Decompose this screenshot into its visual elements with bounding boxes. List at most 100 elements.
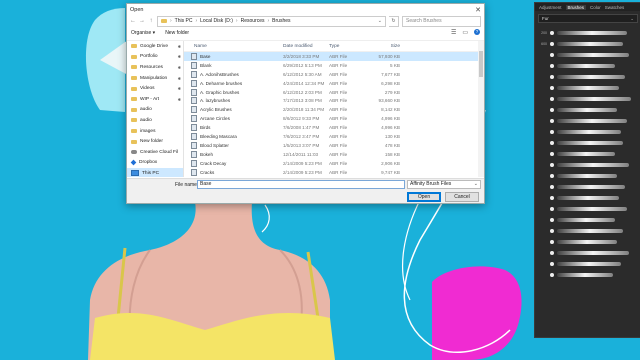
brush-item[interactable] bbox=[537, 71, 640, 82]
file-row[interactable]: A. lazybrushes 7/17/2013 3:08 PM ABR File 9… bbox=[184, 96, 484, 105]
nav-item[interactable]: Videos ✱ bbox=[127, 83, 183, 94]
brush-item[interactable] bbox=[537, 181, 640, 192]
brush-item[interactable] bbox=[537, 236, 640, 247]
panel-tab[interactable]: Color bbox=[590, 5, 601, 10]
nav-item[interactable]: images bbox=[127, 126, 183, 137]
file-row[interactable]: Crowd2/8/2007 4:23 PMABR File2,975 KB bbox=[184, 176, 484, 177]
file-type: ABR File bbox=[329, 62, 348, 68]
brush-item[interactable] bbox=[537, 203, 640, 214]
brush-item[interactable]: 600 bbox=[537, 38, 640, 49]
nav-item-label: Manipulation bbox=[140, 75, 168, 81]
brush-item[interactable] bbox=[537, 170, 640, 181]
up-folder-icon[interactable]: ↑ bbox=[148, 18, 154, 24]
nav-item[interactable]: audio bbox=[127, 105, 183, 116]
pin-icon[interactable]: ✱ bbox=[178, 65, 181, 70]
file-row[interactable]: Blank 6/29/2012 5:13 PM ABR File 5 KB bbox=[184, 61, 484, 70]
view-options-icon[interactable]: ☰ bbox=[451, 29, 456, 36]
brush-item[interactable] bbox=[537, 126, 640, 137]
brush-item[interactable] bbox=[537, 115, 640, 126]
close-icon[interactable]: ✕ bbox=[472, 6, 484, 14]
filetype-select[interactable]: Affinity Brush Files ⌄ bbox=[407, 180, 481, 189]
file-row[interactable]: A. AdonihsBrushes 6/12/2012 5:30 AM ABR Fi… bbox=[184, 70, 484, 79]
open-button[interactable]: Open bbox=[407, 192, 441, 202]
organise-button[interactable]: Organise ▾ bbox=[131, 30, 155, 36]
column-size[interactable]: Size bbox=[369, 44, 403, 49]
brush-item[interactable] bbox=[537, 60, 640, 71]
file-date: 2/14/2009 5:23 PM bbox=[283, 169, 322, 175]
breadcrumb[interactable]: › This PC › Local Disk (D:) › Resources … bbox=[157, 15, 386, 27]
column-name[interactable]: Name bbox=[184, 44, 283, 49]
nav-item[interactable]: Dropbox bbox=[127, 158, 183, 169]
file-name: Blood Splatter bbox=[200, 142, 229, 148]
brush-item[interactable] bbox=[537, 93, 640, 104]
brush-item[interactable] bbox=[537, 137, 640, 148]
file-row[interactable]: Cracks 2/14/2009 5:23 PM ABR File 9,747 KB bbox=[184, 168, 484, 177]
file-name: Birds bbox=[200, 125, 211, 131]
column-type[interactable]: Type bbox=[329, 44, 369, 49]
file-list[interactable]: Name Date modified Type Size Base 3/2/201… bbox=[184, 41, 484, 177]
back-icon[interactable]: ← bbox=[130, 18, 136, 24]
file-row[interactable]: Birds 7/6/2008 1:47 PM ABR File 4,996 KB bbox=[184, 123, 484, 132]
breadcrumb-item[interactable]: Resources bbox=[241, 18, 265, 24]
file-row[interactable]: Arcane Circles 8/6/2012 9:33 PM ABR File 4,… bbox=[184, 114, 484, 123]
nav-item[interactable]: Creative Cloud Fil bbox=[127, 147, 183, 158]
nav-item[interactable]: Google Drive ✱ bbox=[127, 41, 183, 52]
nav-item[interactable]: Manipulation ✱ bbox=[127, 73, 183, 84]
file-row[interactable]: Blood Splatter 1/5/2013 3:07 PM ABR File 47… bbox=[184, 141, 484, 150]
file-row[interactable]: Bokeh 12/14/2011 11:03 ABR File 158 KB bbox=[184, 150, 484, 159]
brush-item[interactable] bbox=[537, 104, 640, 115]
file-row[interactable]: Base 3/2/2018 3:33 PM ABR File 57,930 KB bbox=[184, 52, 484, 61]
nav-item[interactable]: Portfolio ✱ bbox=[127, 52, 183, 63]
nav-item[interactable]: WIP - Art ✱ bbox=[127, 94, 183, 105]
breadcrumb-item[interactable]: Local Disk (D:) bbox=[200, 18, 233, 24]
pin-icon[interactable]: ✱ bbox=[178, 86, 181, 91]
pin-icon[interactable]: ✱ bbox=[178, 97, 181, 102]
brush-category-select[interactable]: Fur ⌄ bbox=[538, 14, 638, 23]
new-folder-button[interactable]: New folder bbox=[165, 30, 189, 36]
preview-pane-icon[interactable]: ▭ bbox=[462, 29, 468, 36]
brush-item[interactable] bbox=[537, 247, 640, 258]
navigation-pane[interactable]: Google Drive ✱ Portfolio ✱ Resources ✱ Manipul… bbox=[127, 41, 184, 177]
brush-item[interactable] bbox=[537, 148, 640, 159]
brush-item[interactable] bbox=[537, 225, 640, 236]
chevron-down-icon[interactable]: ⌄ bbox=[378, 18, 382, 24]
file-row[interactable]: A. Graphic brushes 6/12/2012 2:03 PM ABR F… bbox=[184, 88, 484, 97]
file-row[interactable]: Acrylic Brushes 2/20/2018 11:34 PM ABR Fil… bbox=[184, 105, 484, 114]
file-row[interactable]: A. Deharme brushes 4/24/2014 12:34 PM ABR … bbox=[184, 79, 484, 88]
nav-item[interactable]: Resources ✱ bbox=[127, 62, 183, 73]
nav-item[interactable]: New folder bbox=[127, 136, 183, 147]
refresh-icon[interactable]: ↻ bbox=[389, 15, 399, 27]
panel-tab[interactable]: Brushes bbox=[565, 4, 587, 10]
brush-item[interactable] bbox=[537, 214, 640, 225]
cancel-button[interactable]: Cancel bbox=[445, 192, 479, 202]
file-row[interactable]: Bleeding Mascara 7/6/2012 3:47 PM ABR File… bbox=[184, 132, 484, 141]
file-list-scrollbar[interactable] bbox=[478, 41, 484, 177]
pin-icon[interactable]: ✱ bbox=[178, 76, 181, 81]
breadcrumb-item[interactable]: This PC bbox=[175, 18, 193, 24]
dialog-titlebar[interactable]: Open ✕ bbox=[127, 4, 484, 15]
pin-icon[interactable]: ✱ bbox=[178, 54, 181, 59]
forward-icon[interactable]: → bbox=[139, 18, 145, 24]
file-row[interactable]: Crack Decay 2/14/2009 5:23 PM ABR File 2,90… bbox=[184, 159, 484, 168]
filename-field[interactable]: Base bbox=[197, 180, 405, 189]
brush-item[interactable]: 200 bbox=[537, 27, 640, 38]
brush-item[interactable] bbox=[537, 159, 640, 170]
breadcrumb-item[interactable]: Brushes bbox=[272, 18, 290, 24]
nav-item-label: audio bbox=[140, 107, 152, 113]
brush-list[interactable]: 200 600 bbox=[535, 27, 640, 280]
brush-item[interactable] bbox=[537, 269, 640, 280]
brush-item[interactable] bbox=[537, 192, 640, 203]
brush-item[interactable] bbox=[537, 49, 640, 60]
nav-item[interactable]: This PC bbox=[127, 168, 183, 177]
scrollbar-thumb[interactable] bbox=[479, 51, 483, 77]
brush-item[interactable] bbox=[537, 258, 640, 269]
help-icon[interactable]: ? bbox=[474, 29, 480, 35]
search-input[interactable]: Search Brushes bbox=[402, 15, 481, 27]
pin-icon[interactable]: ✱ bbox=[178, 44, 181, 49]
column-date[interactable]: Date modified bbox=[283, 44, 329, 49]
nav-item[interactable]: audio bbox=[127, 115, 183, 126]
panel-tab[interactable]: Swatches bbox=[605, 5, 625, 10]
panel-tab[interactable]: Adjustment bbox=[539, 5, 562, 10]
brush-item[interactable] bbox=[537, 82, 640, 93]
file-type: ABR File bbox=[329, 133, 348, 139]
